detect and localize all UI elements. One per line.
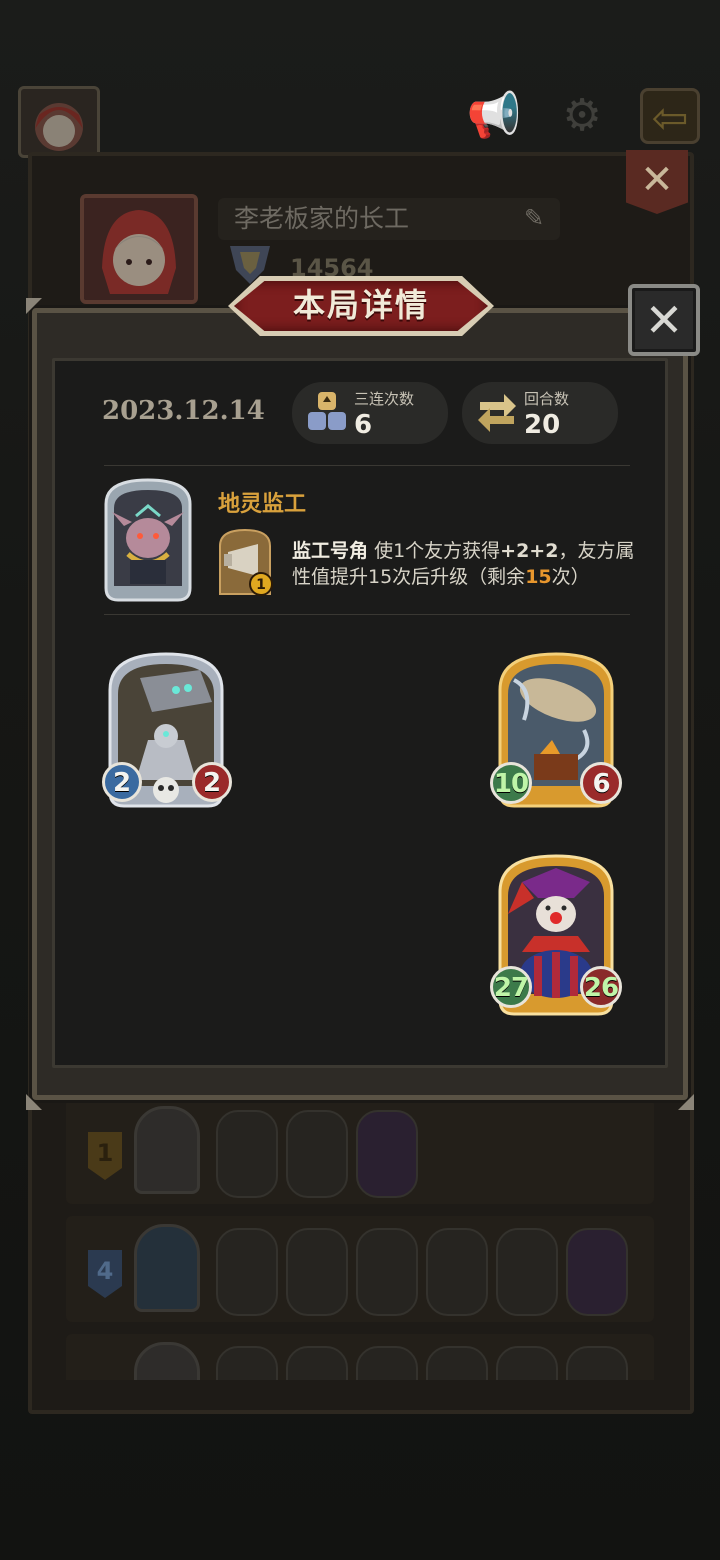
skill-desc-part: 次） [551,566,590,588]
hero-name: 地灵监工 [218,492,307,517]
minion-thumb [496,1228,558,1316]
airship-card[interactable]: 10 6 [490,650,622,810]
minion-thumb [216,1346,278,1380]
frame-corner [26,1094,42,1110]
minion-thumb [356,1110,418,1198]
hero-thumb [134,1106,200,1194]
minion-thumb [356,1346,418,1380]
skill-level: 1 [256,577,266,593]
hero-thumb [134,1342,200,1380]
hero-portrait[interactable] [98,476,198,604]
gear-icon[interactable]: ⚙ [552,88,612,144]
minion-thumb [216,1110,278,1198]
attack-badge: 10 [490,762,532,804]
rank-badge: 1 [88,1132,122,1180]
minion-thumb [426,1346,488,1380]
triple-icon [308,392,346,430]
close-button[interactable]: ✕ [628,284,700,356]
minion-thumb [356,1228,418,1316]
hero-thumb [134,1224,200,1312]
minion-thumb [566,1228,628,1316]
attack-badge: 2 [102,762,142,802]
history-row[interactable]: 1 [66,1098,654,1204]
health-badge: 26 [580,966,622,1008]
skill-desc-part: 使1个友方获得 [374,540,501,562]
exit-icon[interactable]: ⇦ [640,88,700,144]
minion-thumb [286,1346,348,1380]
clown-card[interactable]: 27 26 [490,852,622,1016]
minion-thumb [426,1228,488,1316]
stat-label: 三连次数 [354,390,415,408]
player-avatar[interactable] [18,86,100,158]
minion-thumb [216,1228,278,1316]
robot-bell-card[interactable]: 2 2 [102,650,232,810]
skill-name: 监工号角 [292,540,369,562]
pencil-icon[interactable]: ✎ [524,204,544,232]
match-history-list: 1 4 [66,1098,656,1380]
minion-thumb [286,1228,348,1316]
minion-thumb [286,1110,348,1198]
profile-name: 李老板家的长工 [234,204,410,233]
minion-thumb [566,1346,628,1380]
turn-count-stat: 回合数 20 [462,382,618,444]
attack-badge: 27 [490,966,532,1008]
stat-value: 6 [354,410,373,440]
megaphone-icon[interactable]: 📢 [464,88,524,144]
skill-remaining: 15 [525,566,552,588]
divider [104,614,630,615]
title-banner: 本局详情 [228,276,494,336]
skill-buff: +2+2 [500,540,559,562]
triple-count-stat: 三连次数 6 [292,382,448,444]
profile-avatar [80,194,198,304]
close-icon: ✕ [644,293,684,347]
history-row[interactable] [66,1334,654,1380]
frame-corner [678,1094,694,1110]
profile-close-button[interactable]: ✕ [626,150,688,214]
health-badge: 2 [192,762,232,802]
turns-icon [478,394,516,432]
match-date: 2023.12.14 [102,396,265,426]
frame-corner [26,298,42,314]
minion-thumb [496,1346,558,1380]
health-badge: 6 [580,762,622,804]
stat-label: 回合数 [524,390,570,408]
stat-value: 20 [524,410,561,440]
history-row[interactable]: 4 [66,1216,654,1322]
divider [104,465,630,466]
rank-badge: 4 [88,1250,122,1298]
game-screen: 📢 ⚙ ⇦ ✕ 李老板家的长工 ✎ 14564 1 4 本局详情 ✕ 2023.… [0,0,720,1560]
hero-skill-description: 监工号角 使1个友方获得+2+2，友方属性值提升15次后升级（剩余15次） [292,538,652,590]
modal-title: 本局详情 [292,286,429,324]
horn-skill-icon[interactable]: 1 [216,528,274,600]
